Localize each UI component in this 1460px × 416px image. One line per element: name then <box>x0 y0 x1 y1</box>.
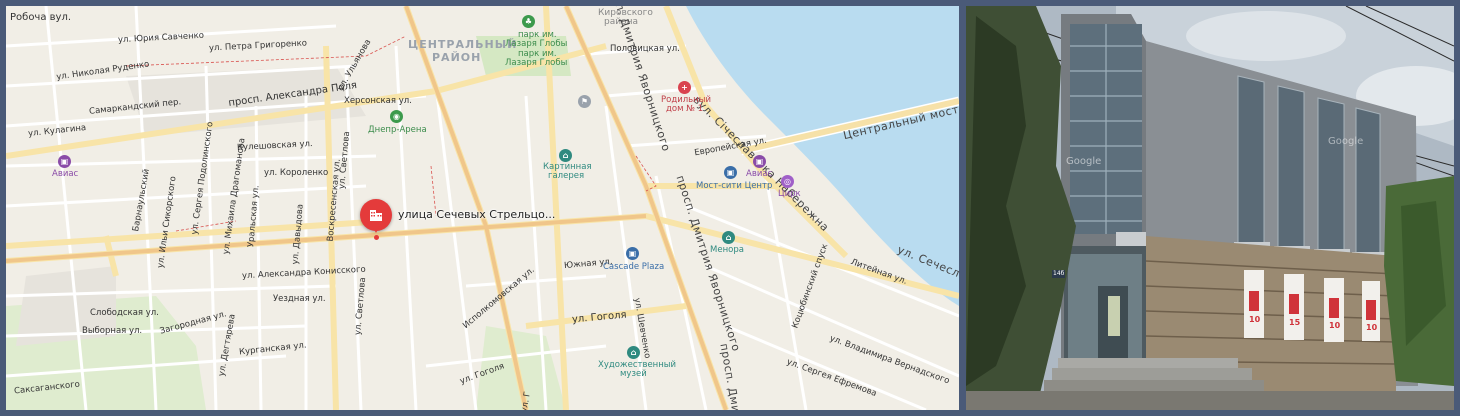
district-label-center-2: РАЙОН <box>432 51 482 64</box>
marker-point <box>373 235 379 240</box>
district-label-center: ЦЕНТРАЛЬНЫЙ <box>408 38 518 51</box>
bag-icon[interactable]: ▣ <box>753 155 766 168</box>
street-polovitskaya: Половицкая ул. <box>610 44 680 54</box>
marker-label[interactable]: улица Сечевых Стрельцо... <box>398 208 555 221</box>
poi-cascade-plaza: Cascade Plaza <box>603 262 665 272</box>
street-view-image <box>966 6 1454 410</box>
street-slobodskaya: Слободская ул. <box>90 308 159 318</box>
marker-tail <box>372 226 380 233</box>
cross-icon[interactable]: + <box>678 81 691 94</box>
street-korolenko: ул. Короленко <box>264 168 329 178</box>
street-uezdnaya: Уездная ул. <box>273 294 326 304</box>
map-view[interactable]: ЦЕНТРАЛЬНЫЙ РАЙОН Кировского района Робо… <box>6 6 959 410</box>
stadium-icon[interactable]: ◉ <box>390 110 403 123</box>
bag-icon[interactable]: ▣ <box>58 155 71 168</box>
tree-icon[interactable]: ♣ <box>522 15 535 28</box>
poi-avias-west: Авиас <box>52 169 79 179</box>
poster-2: 15 <box>1289 318 1301 327</box>
watermark-left: Google <box>1066 156 1102 167</box>
poi-menora: Менора <box>710 245 744 255</box>
street-khersonskaya: Херсонская ул. <box>344 96 412 106</box>
poi-muzey-2: музей <box>620 369 647 379</box>
poster-4: 10 <box>1366 323 1378 332</box>
poi-park-globa-4: Лазаря Глобы <box>505 58 568 68</box>
poster-3: 10 <box>1329 321 1341 330</box>
museum-icon[interactable]: ⌂ <box>559 149 572 162</box>
poi-roddom-2: дом № 1 <box>666 104 704 114</box>
flag-icon[interactable]: ⚑ <box>578 95 591 108</box>
bag-icon[interactable]: ▣ <box>724 166 737 179</box>
poi-tsirk: Цирк <box>778 189 801 199</box>
poi-avias-east: Авиас <box>746 169 773 179</box>
museum-icon[interactable]: ⌂ <box>627 346 640 359</box>
street-vybornaya: Выборная ул. <box>82 326 143 336</box>
street-robocha: Робоча вул. <box>10 12 72 23</box>
street-view-photo[interactable]: Google Google 14б 10 15 10 10 <box>966 6 1454 410</box>
circus-icon[interactable]: ◎ <box>781 175 794 188</box>
bag-icon[interactable]: ▣ <box>626 247 639 260</box>
poi-most-city: Мост-сити Центр <box>696 181 773 191</box>
poster-1: 10 <box>1249 315 1261 324</box>
poi-park-globa-2: Лазаря Глобы <box>505 39 568 49</box>
app-frame: ЦЕНТРАЛЬНЫЙ РАЙОН Кировского района Робо… <box>6 6 1454 410</box>
building-number-plate: 14б <box>1052 270 1066 278</box>
poi-galereya-2: галерея <box>548 171 585 181</box>
museum-icon[interactable]: ⌂ <box>722 231 735 244</box>
watermark-right: Google <box>1328 136 1364 147</box>
poi-dnepr-arena: Днепр-Арена <box>368 125 427 135</box>
